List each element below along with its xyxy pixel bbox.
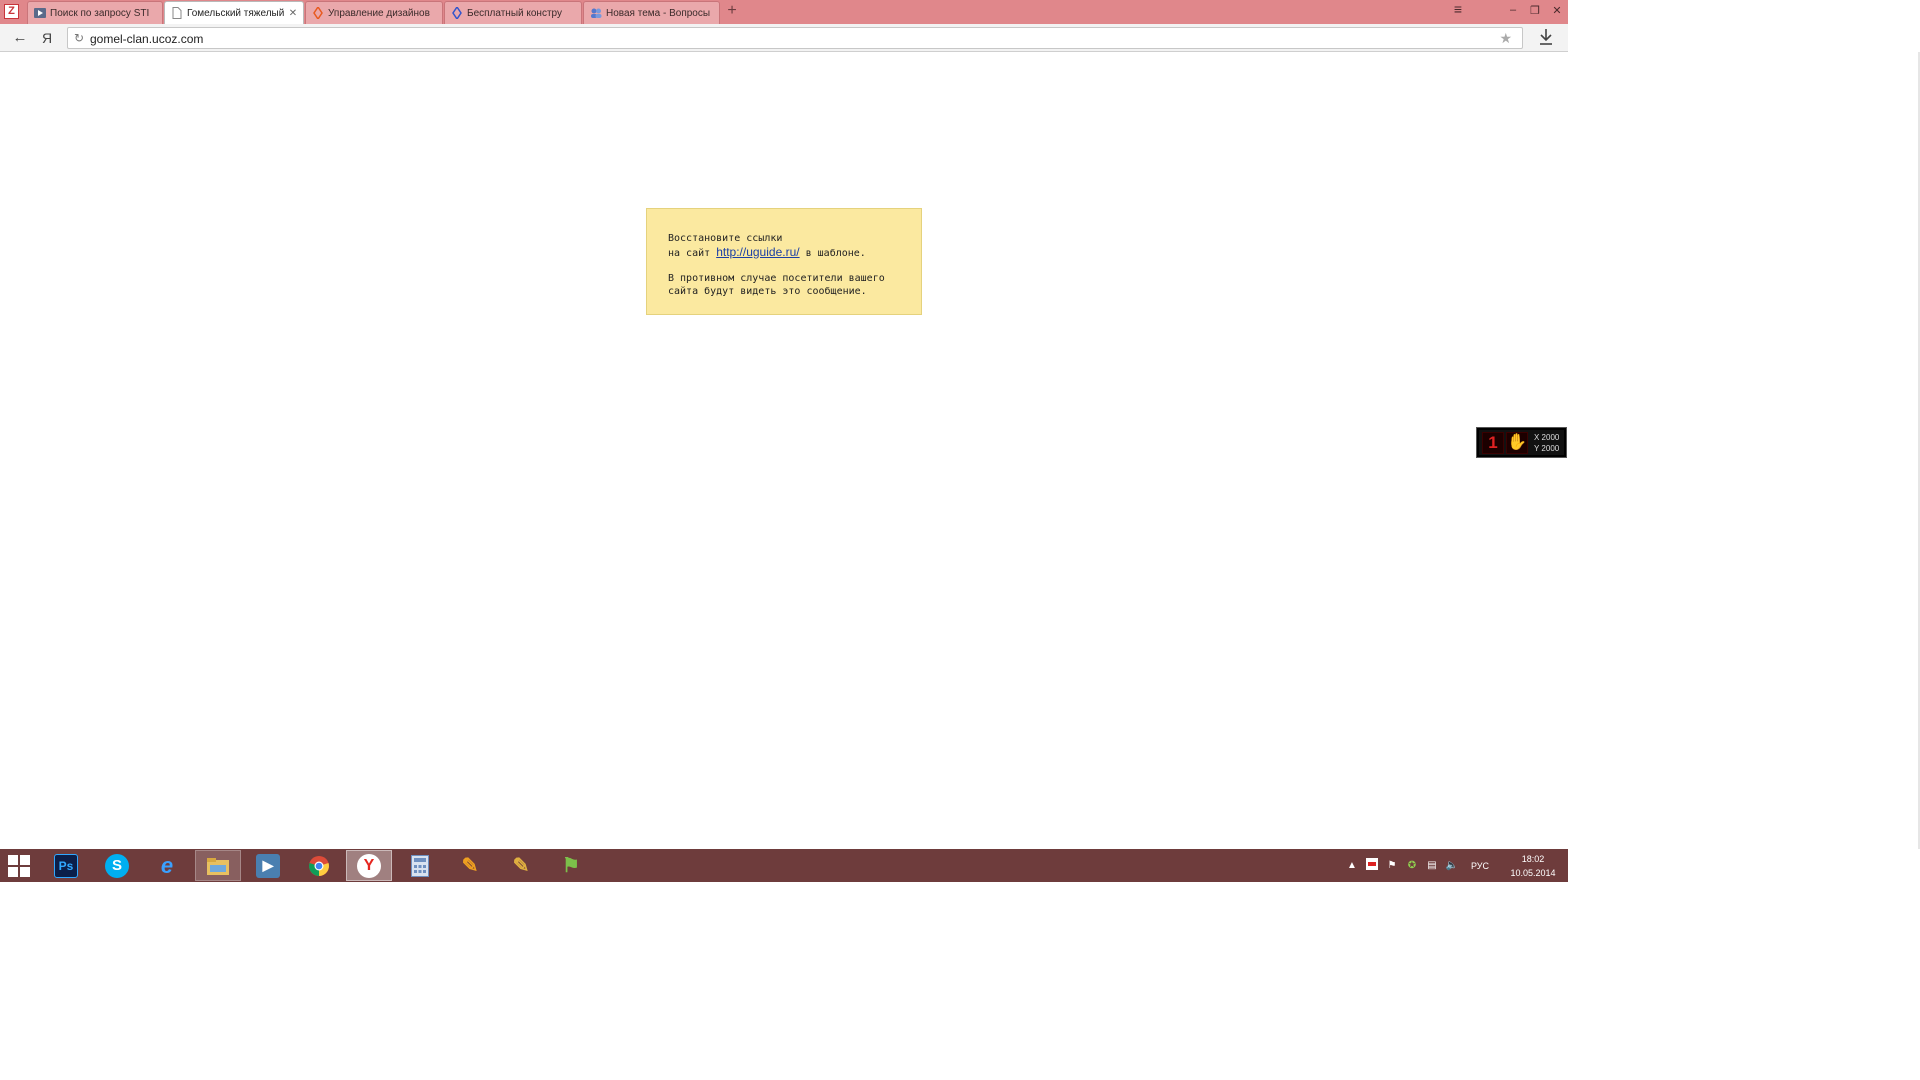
y-coordinate: Y 2000 [1534, 443, 1560, 453]
taskbar-brush-app[interactable]: ✎ [498, 850, 544, 881]
language-indicator[interactable]: РУС [1462, 861, 1498, 871]
menu-icon[interactable]: ≡ [1450, 2, 1466, 16]
network-icon[interactable]: ▤ [1422, 860, 1442, 871]
forum-users-icon [590, 7, 602, 19]
browser-tab-strip: Z Поиск по запросу STI Гомельский тяжелы… [0, 0, 1568, 24]
action-center-flag-icon[interactable]: ⚑ [1382, 860, 1402, 871]
new-tab-button[interactable]: + [724, 3, 740, 19]
internet-explorer-icon: e [160, 852, 174, 878]
pencil-icon: ✎ [461, 855, 479, 877]
back-arrow-icon[interactable]: ← [11, 29, 29, 47]
clock-date: 10.05.2014 [1510, 867, 1556, 878]
hand-icon: ✋ [1506, 431, 1528, 454]
taskbar-media-player[interactable]: ▶ [245, 850, 291, 881]
skype-icon: S [105, 853, 129, 878]
taskbar-pencil-app[interactable]: ✎ [447, 850, 493, 881]
clock-time: 18:02 [1521, 853, 1545, 864]
taskbar-file-explorer[interactable] [195, 850, 241, 881]
restore-icon[interactable]: ❐ [1524, 4, 1546, 17]
chrome-icon [307, 854, 331, 878]
download-icon[interactable] [1538, 28, 1554, 46]
bookmark-star-icon[interactable]: ★ [1499, 30, 1512, 47]
notice-line-with-link: на сайт http://uguide.ru/ в шаблоне. [668, 245, 901, 261]
show-hidden-icons-icon[interactable]: ▲ [1342, 860, 1362, 871]
uguide-link[interactable]: http://uguide.ru/ [716, 245, 799, 259]
tab-gomel[interactable]: Гомельский тяжелый ✕ [164, 1, 304, 24]
ucoz-blue-icon [451, 7, 463, 19]
address-bar[interactable]: ↻ gomel-clan.ucoz.com ★ [67, 27, 1523, 49]
browser-logo-icon[interactable]: Z [4, 4, 19, 19]
ucoz-icon [312, 7, 324, 19]
taskbar-chrome[interactable] [296, 850, 342, 881]
taskbar-yandex-browser[interactable]: Y [346, 850, 392, 881]
tray-app-icon[interactable] [1362, 858, 1382, 873]
reload-icon[interactable]: ↻ [74, 31, 84, 45]
taskbar-calculator[interactable] [397, 850, 443, 881]
taskbar-photoshop[interactable]: Ps [43, 850, 89, 881]
mouse-overlay-widget[interactable]: 1 ✋ X 2000 Y 2000 [1476, 427, 1567, 458]
coordinates-readout: X 2000 Y 2000 [1534, 432, 1559, 454]
minimize-icon[interactable]: – [1502, 4, 1524, 16]
calculator-icon [408, 854, 432, 878]
close-icon[interactable]: ✕ [287, 8, 299, 19]
video-icon [34, 7, 46, 19]
tab-title: Поиск по запросу STI [50, 7, 150, 19]
tab-title: Новая тема - Вопросы [606, 7, 711, 19]
tab-search[interactable]: Поиск по запросу STI [27, 1, 163, 24]
page-icon [171, 7, 183, 19]
taskbar-flag-app[interactable]: ⚑ [548, 850, 594, 881]
yandex-browser-icon: Y [357, 853, 381, 878]
taskbar-ie[interactable]: e [144, 850, 190, 881]
tab-title: Гомельский тяжелый [187, 7, 285, 19]
flag-app-icon: ⚑ [562, 855, 580, 877]
close-window-icon[interactable]: ✕ [1546, 4, 1568, 17]
notice-line: В противном случае посетители вашего [668, 273, 885, 284]
windows-start-icon[interactable] [8, 855, 30, 877]
tab-title: Бесплатный констру [467, 7, 562, 19]
ucoz-notice-box: Восстановите ссылки на сайт http://uguid… [646, 208, 922, 315]
system-tray: ▲ ⚑ ✪ ▤ 🔈 РУС 18:02 10.05.2014 [1342, 849, 1568, 882]
x-coordinate: X 2000 [1534, 432, 1560, 442]
yandex-button[interactable]: Я [38, 29, 56, 47]
tab-title: Управление дизайнов [328, 7, 430, 19]
tab-forum[interactable]: Новая тема - Вопросы [583, 1, 720, 24]
notice-text: в шаблоне. [805, 247, 866, 259]
photoshop-icon: Ps [54, 853, 78, 878]
taskbar-skype[interactable]: S [94, 850, 140, 881]
brush-icon: ✎ [512, 855, 530, 877]
tab-constructor[interactable]: Бесплатный констру [444, 1, 582, 24]
url-text[interactable]: gomel-clan.ucoz.com [90, 32, 203, 46]
notice-line: сайта будут видеть это сообщение. [668, 285, 867, 297]
clock[interactable]: 18:02 10.05.2014 [1498, 852, 1568, 880]
mode-badge-icon: 1 [1482, 431, 1504, 454]
folder-icon [206, 854, 230, 878]
window-controls: – ❐ ✕ [1502, 0, 1568, 20]
tab-design[interactable]: Управление дизайнов [305, 1, 443, 24]
windows-taskbar: Ps S e ▶ Y ✎ ✎ ⚑ ▲ ⚑ ✪ ▤ 🔈 РУС 18:02 10.… [0, 849, 1568, 882]
volume-icon[interactable]: 🔈 [1442, 860, 1462, 871]
browser-toolbar: ← Я ↻ gomel-clan.ucoz.com ★ [0, 24, 1568, 52]
notice-text: на сайт [668, 247, 711, 259]
antivirus-icon[interactable]: ✪ [1402, 860, 1422, 871]
media-player-icon: ▶ [256, 853, 280, 878]
